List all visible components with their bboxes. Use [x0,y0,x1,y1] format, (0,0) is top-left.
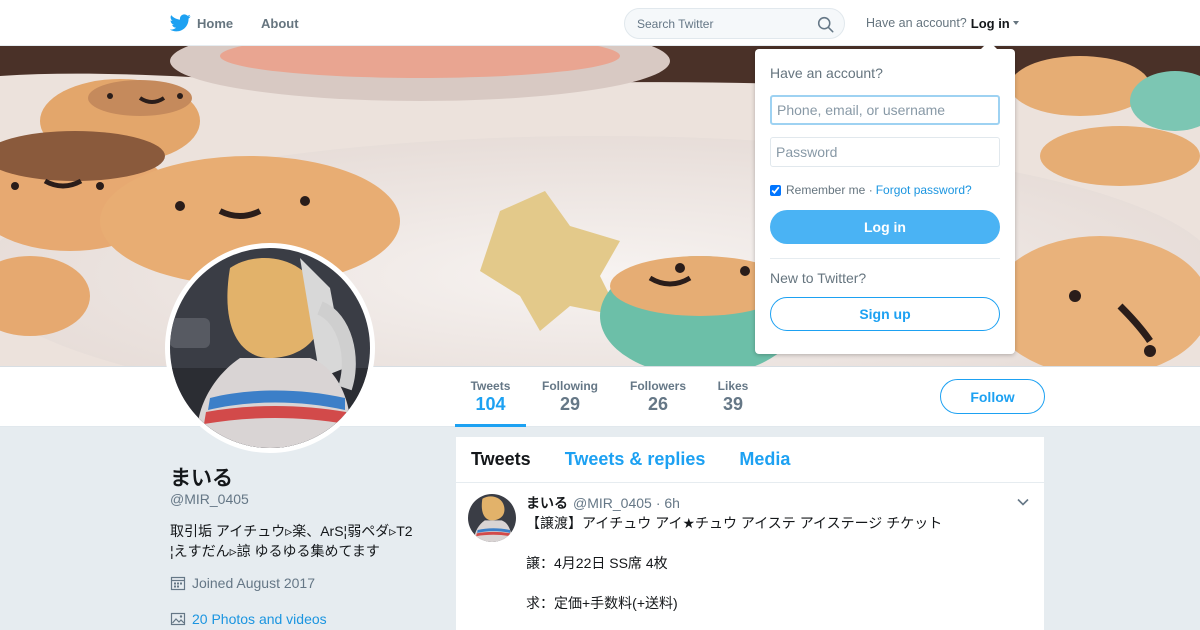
tab-tweets[interactable]: Tweets [471,449,531,470]
nav-about-link[interactable]: About [261,0,299,46]
profile-joined-text: Joined August 2017 [192,575,315,591]
profile-bio: 取引垢 アイチュウ▹楽、ArS¦弱ペダ▹T2 ¦えすだん▹諒 ゆるゆる集めてます [170,521,440,561]
login-toggle-label: Log in [970,15,1010,31]
chevron-down-icon[interactable] [1016,495,1030,509]
profile-joined: Joined August 2017 [170,575,315,591]
profile-handle[interactable]: @MIR_0405 [170,491,249,507]
stat-followers[interactable]: Followers 26 [626,367,690,427]
tweet-author-handle[interactable]: @MIR_0405 [573,495,652,511]
calendar-icon [170,576,186,591]
tweet-author-name[interactable]: まいる [526,493,568,513]
profile-name: まいる [170,467,233,490]
forgot-password-link[interactable]: Forgot password? [876,183,972,197]
twitter-bird-icon [170,14,191,32]
tweet-text-line: 譲：4月22日 SS席 4枚 [526,555,668,571]
nav-about-label: About [261,15,299,31]
avatar-illustration [170,248,370,448]
tweet[interactable]: まいる @MIR_0405 · 6h 【譲渡】アイチュウ アイ★チュウ アイステ… [456,483,1044,630]
caret-down-icon [1012,21,1019,25]
tweet-text-line: 【譲渡】アイチュウ アイ★チュウ アイステ アイステージ チケット [526,515,943,531]
signup-button[interactable]: Sign up [770,297,1000,331]
nav-home-label: Home [197,15,234,31]
stat-tweets[interactable]: Tweets 104 [455,367,526,427]
account-prompt-text: Have an account? [866,16,967,30]
stat-followers-label: Followers [629,379,686,393]
remember-me-row: Remember me · Forgot password? [770,183,1000,197]
tweet-spacer [526,533,1028,553]
tweet-header: まいる @MIR_0405 · 6h [526,493,1028,513]
top-nav-bar: Home About Have an account? Log in [0,0,1200,46]
stat-likes[interactable]: Likes 39 [713,367,753,427]
tab-media[interactable]: Media [739,449,790,470]
remember-me-label: Remember me · [786,183,873,197]
stat-following-label: Following [542,379,598,393]
tweet-timestamp[interactable]: · 6h [656,495,680,511]
timeline-tabs: Tweets Tweets & replies Media [456,437,1044,483]
new-to-twitter-text: New to Twitter? [770,270,867,286]
profile-photos-label: 20 Photos and videos [192,611,327,627]
stat-likes-value: 39 [722,394,744,414]
dropdown-divider [770,258,1000,259]
login-button[interactable]: Log in [770,210,1000,244]
tab-tweets-replies[interactable]: Tweets & replies [565,449,706,470]
profile-avatar-frame [165,243,375,453]
tweet-avatar-image [468,494,516,542]
follow-button[interactable]: Follow [940,379,1045,414]
password-field[interactable] [770,137,1000,167]
stat-tweets-label: Tweets [470,379,511,393]
profile-avatar[interactable] [170,248,370,448]
profile-bio-line: ¦えすだん▹諒 ゆるゆる集めてます [170,543,380,559]
nav-home-link[interactable]: Home [170,0,233,46]
login-dropdown-toggle[interactable]: Log in [971,16,1019,31]
stat-following[interactable]: Following 29 [538,367,602,427]
login-dropdown-title: Have an account? [770,65,883,81]
tweet-text-line: 求：定価+手数料(+送料) [526,595,678,611]
account-prompt: Have an account? Log in [866,0,1019,46]
profile-bio-line: 取引垢 アイチュウ▹楽、ArS¦弱ペダ▹T2 [170,523,413,539]
stat-tweets-value: 104 [475,394,506,414]
search-icon[interactable] [817,16,834,33]
login-dropdown: Have an account? Remember me · Forgot pa… [755,41,1015,354]
tweet-avatar[interactable] [468,494,516,542]
search-input[interactable] [637,16,807,31]
profile-photos-link[interactable]: 20 Photos and videos [170,611,327,627]
stat-following-value: 29 [559,394,581,414]
stat-likes-label: Likes [717,379,749,393]
timeline: Tweets Tweets & replies Media まいる @MIR_0… [456,437,1044,630]
tweet-spacer [526,573,1028,593]
search-box [624,8,845,39]
username-field[interactable] [770,95,1000,125]
stat-followers-value: 26 [647,394,669,414]
remember-me-checkbox[interactable] [770,184,781,196]
photo-icon [170,612,186,626]
